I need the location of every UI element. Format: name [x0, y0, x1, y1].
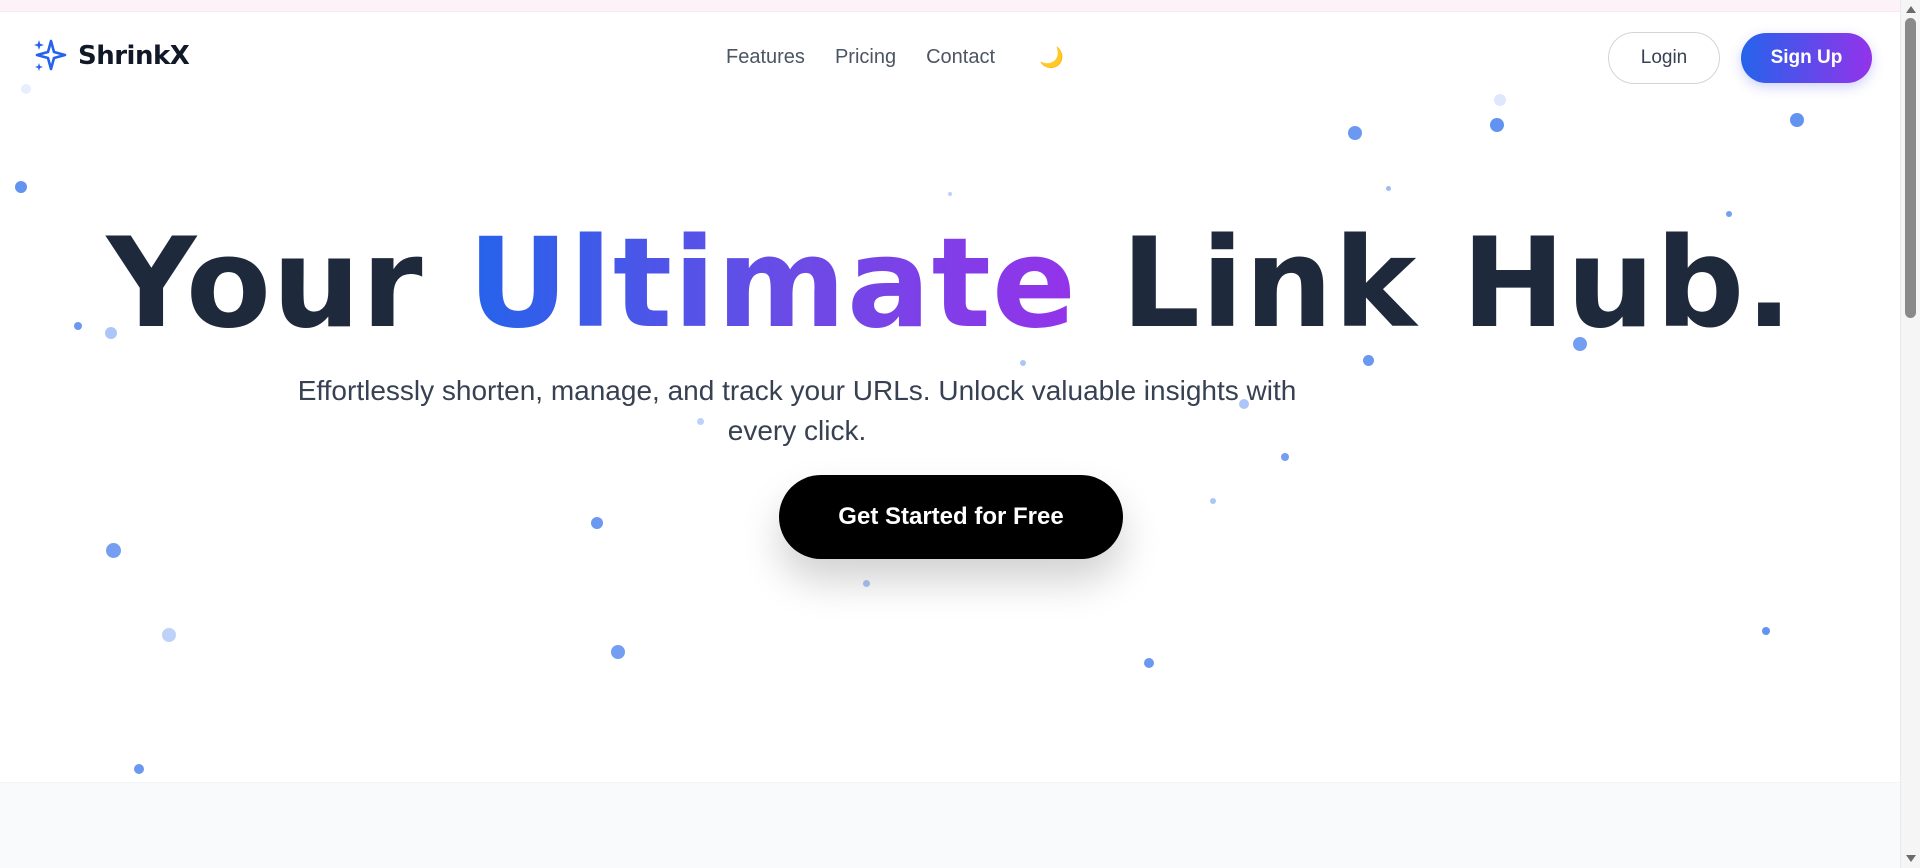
particle-dot [15, 181, 27, 193]
particle-dot [1490, 118, 1504, 132]
particle-dot [863, 580, 870, 587]
particle-dot [134, 764, 144, 774]
particle-dot [1386, 186, 1391, 191]
nav-links: Features Pricing Contact 🌙 [726, 46, 1064, 69]
particle-dot [162, 628, 176, 642]
nav-link-features[interactable]: Features [726, 46, 805, 69]
particle-dot [591, 517, 603, 529]
particle-dot [1762, 627, 1770, 635]
hero-title-highlight: Ultimate [467, 212, 1077, 356]
particle-dot [1020, 360, 1026, 366]
scroll-down-arrow-icon[interactable] [1906, 855, 1916, 862]
next-section-band [0, 782, 1900, 868]
nav-link-contact[interactable]: Contact [926, 46, 995, 69]
top-navbar: ShrinkX Features Pricing Contact 🌙 Login… [0, 12, 1900, 106]
top-accent-strip [0, 0, 1900, 12]
brand-name: ShrinkX [78, 41, 190, 71]
scrollbar-thumb[interactable] [1905, 18, 1916, 318]
page: ShrinkX Features Pricing Contact 🌙 Login… [0, 12, 1900, 868]
moon-icon[interactable]: 🌙 [1039, 48, 1064, 68]
nav-link-pricing[interactable]: Pricing [835, 46, 896, 69]
particle-dot [106, 543, 121, 558]
scroll-up-arrow-icon[interactable] [1906, 6, 1916, 13]
particle-dot [1363, 355, 1374, 366]
sparkles-icon [34, 39, 67, 71]
login-button[interactable]: Login [1608, 32, 1720, 84]
particle-dot [1348, 126, 1362, 140]
particle-dot [611, 645, 625, 659]
sign-up-button[interactable]: Sign Up [1741, 33, 1872, 83]
get-started-button[interactable]: Get Started for Free [779, 475, 1123, 559]
hero-title-after: Link Hub. [1121, 212, 1794, 356]
particle-dot [1790, 113, 1804, 127]
vertical-scrollbar[interactable] [1900, 0, 1920, 868]
particle-dot [1144, 658, 1154, 668]
particle-dot [1281, 453, 1289, 461]
particle-dot [948, 192, 952, 196]
hero-subtitle: Effortlessly shorten, manage, and track … [297, 375, 1297, 446]
hero-title: Your Ultimate Link Hub. [0, 222, 1900, 346]
hero-title-before: Your [106, 212, 424, 356]
brand[interactable]: ShrinkX [32, 38, 190, 74]
particle-dot [1210, 498, 1216, 504]
